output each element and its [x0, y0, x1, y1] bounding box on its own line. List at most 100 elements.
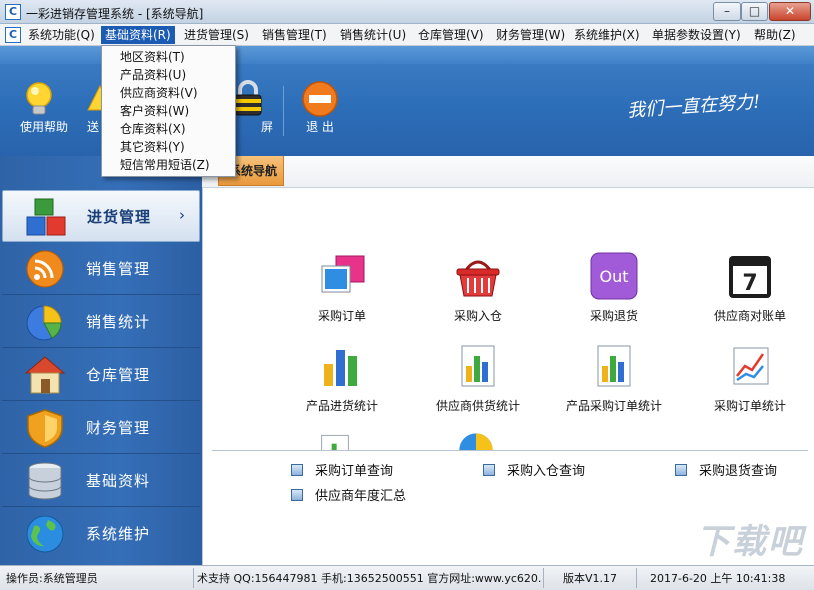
sidebar-label-maintenance: 系统维护 [86, 523, 150, 544]
link-label: 采购入仓查询 [507, 464, 585, 479]
svg-text:7: 7 [742, 271, 757, 296]
dropdown-item-customer[interactable]: 客户资料(W) [120, 103, 189, 120]
menu-warehouse[interactable]: 仓库管理(V) [414, 26, 488, 44]
link-purchase-in-query[interactable]: 采购入仓查询 [483, 460, 585, 479]
sidebar-item-finance[interactable]: 财务管理 [2, 402, 200, 454]
list-bullet-icon [483, 464, 495, 476]
report-chart-icon [590, 342, 638, 390]
sidebar-item-purchase[interactable]: 进货管理 › [2, 190, 200, 242]
sidebar: 进货管理 › 销售管理 销售统计 仓库管理 财务管理 [0, 156, 202, 565]
list-bullet-icon [291, 464, 303, 476]
dropdown-item-sms-phrases[interactable]: 短信常用短语(Z) [120, 157, 210, 174]
sidebar-item-maintenance[interactable]: 系统维护 [2, 508, 200, 560]
purchase-blocks-icon [25, 197, 67, 237]
status-separator [636, 568, 637, 588]
func-supplier-supply-stats[interactable]: 供应商供货统计 [428, 342, 528, 414]
sidebar-label-basic-data: 基础资料 [86, 470, 150, 491]
menu-finance[interactable]: 财务管理(W) [492, 26, 569, 44]
svg-text:Out: Out [599, 267, 628, 286]
status-datetime: 2017-6-20 上午 10:41:38 [650, 570, 810, 586]
menu-basic-data[interactable]: 基础资料(R) [101, 26, 175, 44]
status-separator [193, 568, 194, 588]
section-divider [212, 450, 808, 451]
sidebar-item-sales[interactable]: 销售管理 [2, 243, 200, 295]
sidebar-item-warehouse[interactable]: 仓库管理 [2, 349, 200, 401]
finance-shield-icon [24, 408, 66, 448]
func-product-order-stats[interactable]: 产品采购订单统计 [564, 342, 664, 414]
dropdown-item-product[interactable]: 产品资料(U) [120, 67, 186, 84]
func-purchase-in[interactable]: 采购入仓 [428, 252, 528, 324]
menu-sales-stats[interactable]: 销售统计(U) [336, 26, 410, 44]
report-chart-icon [315, 432, 355, 450]
pie-stats-icon [24, 302, 66, 342]
maximize-button[interactable]: □ [741, 2, 768, 21]
func-row3-partial-2 [456, 430, 496, 450]
rss-sales-icon [24, 249, 66, 289]
link-purchase-return-query[interactable]: 采购退货查询 [675, 460, 777, 479]
status-operator: 操作员:系统管理员 [6, 570, 192, 586]
func-label-product-order-stats: 产品采购订单统计 [564, 397, 664, 414]
basic-data-dropdown: 地区资料(T) 产品资料(U) 供应商资料(V) 客户资料(W) 仓库资料(X)… [101, 45, 236, 177]
exit-tool-label: 退 出 [285, 118, 355, 135]
menu-doc-params[interactable]: 单据参数设置(Y) [648, 26, 745, 44]
line-chart-icon [726, 342, 774, 390]
sidebar-label-sales: 销售管理 [86, 258, 150, 279]
report-chart-icon [454, 342, 502, 390]
menu-purchase[interactable]: 进货管理(S) [180, 26, 253, 44]
help-tool-button[interactable]: 使用帮助 [19, 80, 59, 121]
func-label-purchase-in: 采购入仓 [428, 307, 528, 324]
warehouse-house-icon [24, 355, 66, 395]
func-purchase-return[interactable]: Out 采购退货 [564, 252, 664, 324]
func-product-purchase-stats[interactable]: 产品进货统计 [292, 342, 392, 414]
status-bar: 操作员:系统管理员 术支持 QQ:156447981 手机:1365250055… [0, 565, 814, 590]
globe-icon [24, 514, 66, 554]
sidebar-item-sales-stats[interactable]: 销售统计 [2, 296, 200, 348]
exit-tool-button[interactable]: 退 出 [300, 80, 340, 121]
menu-maintenance[interactable]: 系统维护(X) [570, 26, 644, 44]
dropdown-item-warehouse[interactable]: 仓库资料(X) [120, 121, 186, 138]
mdi-doc-icon: C [5, 27, 21, 43]
func-purchase-order[interactable]: 采购订单 [292, 252, 392, 324]
pie-chart-icon [456, 430, 496, 450]
link-label: 采购订单查询 [315, 464, 393, 479]
minimize-button[interactable]: – [713, 2, 741, 21]
link-purchase-order-query[interactable]: 采购订单查询 [291, 460, 393, 479]
menu-sales[interactable]: 销售管理(T) [258, 26, 331, 44]
menu-bar: C 系统功能(Q) 基础资料(R) 进货管理(S) 销售管理(T) 销售统计(U… [0, 24, 814, 46]
watermark: 下载吧 [696, 514, 804, 563]
chevron-right-icon: › [179, 206, 185, 224]
list-bullet-icon [291, 489, 303, 501]
func-label-purchase-return: 采购退货 [564, 307, 664, 324]
sidebar-label-warehouse: 仓库管理 [86, 364, 150, 385]
link-supplier-annual-summary[interactable]: 供应商年度汇总 [291, 485, 406, 504]
link-label: 供应商年度汇总 [315, 489, 406, 504]
dropdown-item-region[interactable]: 地区资料(T) [120, 49, 185, 66]
link-label: 采购退货查询 [699, 464, 777, 479]
menu-help[interactable]: 帮助(Z) [750, 26, 800, 44]
status-separator [543, 568, 544, 588]
list-bullet-icon [675, 464, 687, 476]
purchase-order-icon [318, 252, 366, 300]
out-return-icon: Out [590, 252, 638, 300]
calendar-icon: 7 [726, 252, 774, 300]
func-supplier-statement[interactable]: 7 供应商对账单 [700, 252, 800, 324]
status-support: 术支持 QQ:156447981 手机:13652500551 官方网址:www… [197, 570, 541, 586]
basket-icon [454, 252, 502, 300]
sidebar-label-sales-stats: 销售统计 [86, 311, 150, 332]
window-title: 一彩进销存管理系统 - [系统导航] [26, 5, 203, 22]
close-button[interactable]: ✕ [769, 2, 811, 21]
dropdown-item-other[interactable]: 其它资料(Y) [120, 139, 185, 156]
app-logo-icon: C [5, 4, 21, 20]
func-label-supplier-statement: 供应商对账单 [700, 307, 800, 324]
dropdown-item-supplier[interactable]: 供应商资料(V) [120, 85, 198, 102]
sidebar-item-basic-data[interactable]: 基础资料 [2, 455, 200, 507]
func-row3-partial-1 [315, 432, 355, 450]
toolbar-separator [283, 86, 284, 136]
database-icon [24, 461, 66, 501]
func-label-product-purchase-stats: 产品进货统计 [292, 397, 392, 414]
func-label-purchase-order: 采购订单 [292, 307, 392, 324]
menu-system-functions[interactable]: 系统功能(Q) [24, 26, 99, 44]
func-label-purchase-order-stats: 采购订单统计 [700, 397, 800, 414]
sidebar-label-finance: 财务管理 [86, 417, 150, 438]
func-purchase-order-stats[interactable]: 采购订单统计 [700, 342, 800, 414]
